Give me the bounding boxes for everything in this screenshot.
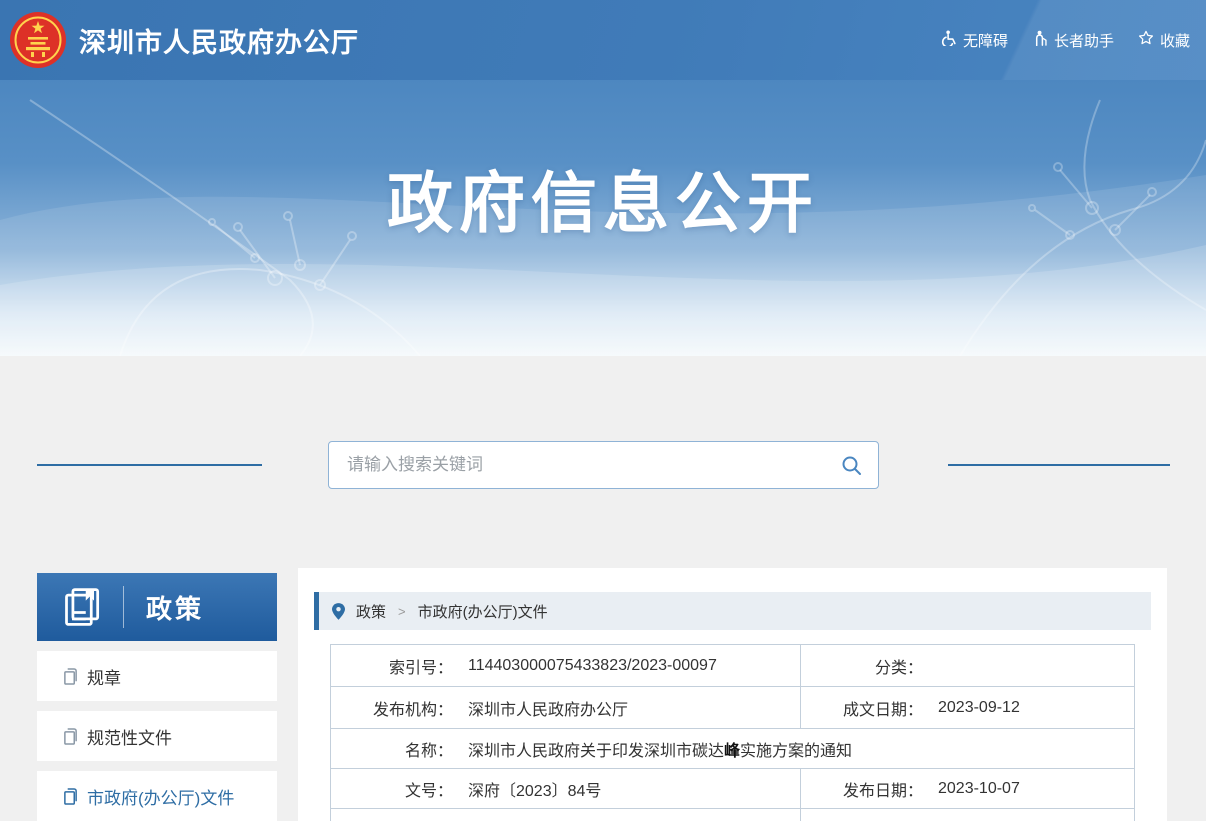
table-row: 发布机构： 深圳市人民政府办公厅 成文日期： 2023-09-12 [331, 687, 1134, 729]
written-date-label: 成文日期： [801, 696, 923, 720]
document-number-cell: 文号： 深府〔2023〕84号 [331, 769, 800, 808]
document-info-table: 索引号： 114403000075433823/2023-00097 分类： 发… [330, 644, 1135, 821]
document-icon [63, 788, 78, 805]
empty-cell [800, 809, 1134, 821]
written-date-cell: 成文日期： 2023-09-12 [800, 687, 1134, 728]
index-number-value: 114403000075433823/2023-00097 [468, 657, 717, 675]
empty-cell [331, 809, 800, 821]
sidebar-item-city-gov-documents[interactable]: 市政府(办公厅)文件 [37, 771, 277, 821]
name-highlight: 峰 [724, 743, 740, 760]
table-row-partial [331, 809, 1134, 821]
sidebar-item-normative-documents[interactable]: 规范性文件 [37, 711, 277, 761]
sidebar-header-divider [123, 586, 124, 628]
sidebar-item-label: 规范性文件 [87, 724, 172, 749]
document-name-value: 深圳市人民政府关于印发深圳市碳达峰实施方案的通知 [468, 737, 852, 761]
search-box [328, 441, 879, 489]
location-pin-icon [332, 603, 345, 620]
publish-date-label: 发布日期： [801, 777, 923, 801]
search-icon [841, 455, 862, 476]
breadcrumb: 政策 > 市政府(办公厅)文件 [314, 592, 1151, 630]
sidebar: 政策 规章 规范性文件 [37, 573, 277, 821]
page-title: 政府信息公开 [0, 150, 1206, 246]
national-emblem-icon [9, 11, 67, 69]
accessibility-link[interactable]: 无障碍 [941, 30, 1008, 51]
decorative-line-left [37, 464, 262, 466]
sidebar-header: 政策 [37, 573, 277, 641]
search-input[interactable] [329, 442, 841, 488]
breadcrumb-item-policy[interactable]: 政策 [356, 601, 386, 622]
sidebar-item-label: 市政府(办公厅)文件 [87, 784, 234, 809]
elder-assist-label: 长者助手 [1054, 30, 1114, 51]
written-date-value: 2023-09-12 [938, 699, 1020, 717]
content-area: 政策 规章 规范性文件 [0, 356, 1206, 821]
site-title[interactable]: 深圳市人民政府办公厅 [79, 21, 359, 60]
favorite-label: 收藏 [1160, 30, 1190, 51]
top-header-bar: 深圳市人民政府办公厅 无障碍 长者助手 [0, 0, 1206, 80]
elder-assist-link[interactable]: 长者助手 [1032, 30, 1114, 51]
document-number-value: 深府〔2023〕84号 [468, 777, 601, 801]
index-number-label: 索引号： [331, 654, 453, 678]
accessibility-icon [941, 30, 957, 50]
name-text: 深圳市人民政府关于印发深圳市碳达 [468, 743, 724, 760]
issuing-agency-value: 深圳市人民政府办公厅 [468, 696, 628, 720]
table-row: 文号： 深府〔2023〕84号 发布日期： 2023-10-07 [331, 769, 1134, 809]
name-text: 实施方案的通知 [740, 743, 852, 760]
issuing-agency-label: 发布机构： [331, 696, 453, 720]
decorative-line-right [948, 464, 1170, 466]
issuing-agency-cell: 发布机构： 深圳市人民政府办公厅 [331, 687, 800, 728]
document-number-label: 文号： [331, 777, 453, 801]
search-button[interactable] [841, 455, 862, 476]
category-label: 分类： [801, 654, 923, 678]
star-icon [1138, 30, 1154, 50]
elder-person-icon [1032, 30, 1048, 50]
document-name-cell: 名称： 深圳市人民政府关于印发深圳市碳达峰实施方案的通知 [331, 729, 1134, 768]
book-icon [61, 585, 105, 629]
document-icon [63, 668, 78, 685]
category-cell: 分类： [800, 645, 1134, 686]
document-icon [63, 728, 78, 745]
favorite-link[interactable]: 收藏 [1138, 30, 1190, 51]
national-emblem-logo[interactable] [9, 11, 67, 69]
index-number-cell: 索引号： 114403000075433823/2023-00097 [331, 645, 800, 686]
table-row: 名称： 深圳市人民政府关于印发深圳市碳达峰实施方案的通知 [331, 729, 1134, 769]
sidebar-item-regulations[interactable]: 规章 [37, 651, 277, 701]
banner: 政府信息公开 [0, 80, 1206, 356]
breadcrumb-item-current[interactable]: 市政府(办公厅)文件 [418, 601, 548, 622]
sidebar-title: 政策 [146, 589, 204, 626]
publish-date-value: 2023-10-07 [938, 780, 1020, 798]
main-panel: 政策 > 市政府(办公厅)文件 索引号： 114403000075433823/… [298, 568, 1167, 821]
publish-date-cell: 发布日期： 2023-10-07 [800, 769, 1134, 808]
breadcrumb-separator: > [398, 604, 406, 619]
document-name-label: 名称： [331, 737, 453, 761]
sidebar-item-label: 规章 [87, 664, 121, 689]
accessibility-label: 无障碍 [963, 30, 1008, 51]
table-row: 索引号： 114403000075433823/2023-00097 分类： [331, 645, 1134, 687]
header-links: 无障碍 长者助手 收藏 [941, 0, 1190, 80]
